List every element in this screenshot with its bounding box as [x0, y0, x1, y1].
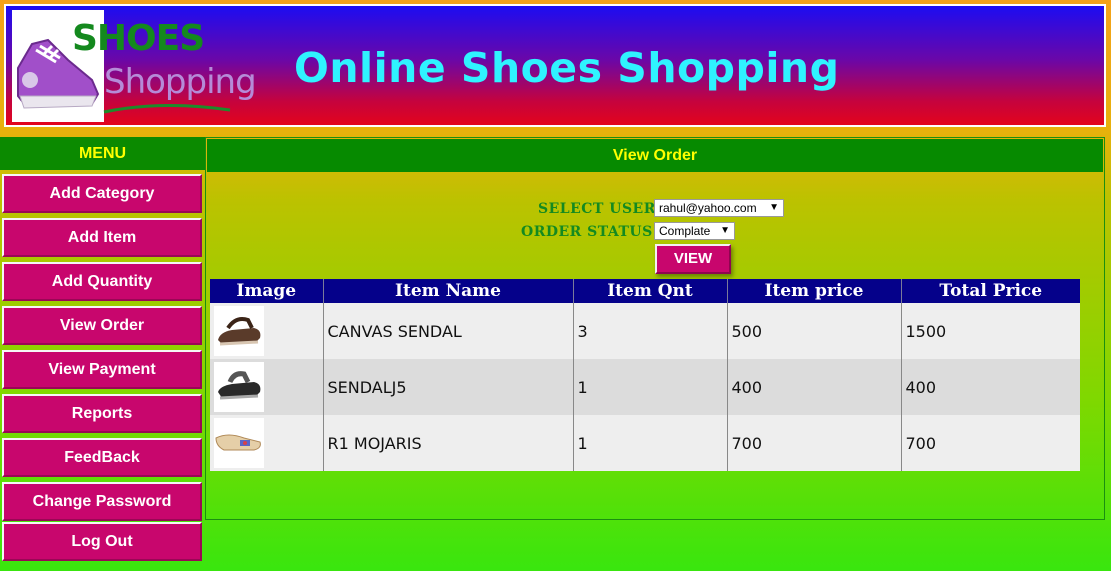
cell-item-name: R1 MOJARIS	[323, 415, 574, 471]
table-header-row: Image Item Name Item Qnt Item price Tota…	[210, 279, 1080, 303]
cell-total-price: 400	[901, 359, 1080, 415]
sidebar: MENU	[0, 137, 205, 170]
select-user-label: SELECT USER:	[538, 201, 662, 217]
menu-add-quantity-button[interactable]: Add Quantity	[2, 262, 202, 301]
chevron-down-icon: ▼	[720, 225, 730, 236]
cell-item-price: 500	[727, 303, 902, 359]
logo-text-shoes: SHOES	[72, 18, 205, 59]
order-status-dropdown[interactable]: Complate ▼	[654, 222, 735, 240]
view-order-panel: View Order SELECT USER: rahul@yahoo.com …	[205, 137, 1105, 520]
table-row: SENDALJ5 1 400 400	[210, 359, 1080, 415]
order-status-label: ORDER STATUS:	[521, 224, 659, 240]
menu-view-payment-button[interactable]: View Payment	[2, 350, 202, 389]
cell-total-price: 700	[901, 415, 1080, 471]
site-title: Online Shoes Shopping	[294, 44, 840, 92]
cell-image	[210, 303, 324, 359]
logo-swoosh	[103, 103, 231, 114]
menu-heading: MENU	[0, 137, 205, 170]
select-user-dropdown[interactable]: rahul@yahoo.com ▼	[654, 199, 784, 217]
cell-image	[210, 359, 324, 415]
site-header: SHOES Shopping Online Shoes Shopping	[4, 4, 1106, 127]
cell-total-price: 1500	[901, 303, 1080, 359]
cell-image	[210, 415, 324, 471]
mojari-icon	[214, 418, 264, 468]
select-user-value: rahul@yahoo.com	[659, 201, 757, 215]
sandal-brown-icon	[214, 306, 264, 356]
menu-add-item-button[interactable]: Add Item	[2, 218, 202, 257]
menu-log-out-button[interactable]: Log Out	[2, 522, 202, 561]
cell-item-price: 400	[727, 359, 902, 415]
menu-reports-button[interactable]: Reports	[2, 394, 202, 433]
column-header-item-name: Item Name	[323, 279, 574, 303]
cell-item-qnt: 1	[573, 415, 728, 471]
column-header-total-price: Total Price	[901, 279, 1080, 303]
cell-item-name: CANVAS SENDAL	[323, 303, 574, 359]
table-row: R1 MOJARIS 1 700 700	[210, 415, 1080, 471]
cell-item-price: 700	[727, 415, 902, 471]
menu-change-password-button[interactable]: Change Password	[2, 482, 202, 521]
column-header-image: Image	[210, 279, 324, 303]
sandal-black-icon	[214, 362, 264, 412]
column-header-item-price: Item price	[727, 279, 902, 303]
chevron-down-icon: ▼	[769, 202, 779, 213]
column-header-item-qnt: Item Qnt	[573, 279, 728, 303]
order-status-value: Complate	[659, 224, 711, 238]
panel-heading: View Order	[207, 139, 1103, 172]
menu-view-order-button[interactable]: View Order	[2, 306, 202, 345]
logo-text-shopping: Shopping	[104, 62, 257, 102]
table-row: CANVAS SENDAL 3 500 1500	[210, 303, 1080, 359]
menu-add-category-button[interactable]: Add Category	[2, 174, 202, 213]
cell-item-qnt: 1	[573, 359, 728, 415]
orders-table: Image Item Name Item Qnt Item price Tota…	[210, 279, 1080, 471]
cell-item-qnt: 3	[573, 303, 728, 359]
menu-feedback-button[interactable]: FeedBack	[2, 438, 202, 477]
view-button[interactable]: VIEW	[655, 244, 731, 274]
cell-item-name: SENDALJ5	[323, 359, 574, 415]
